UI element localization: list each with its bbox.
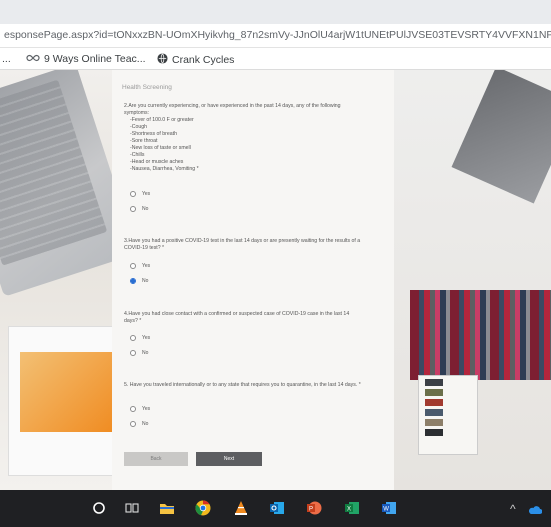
browser-tab-strip: [0, 0, 551, 24]
radio-button[interactable]: [130, 335, 136, 341]
symptom-item: -Cough: [130, 124, 148, 130]
radio-button[interactable]: [130, 206, 136, 212]
question-text: 4.Have you had close contact with a conf…: [124, 311, 350, 324]
onedrive-icon[interactable]: [528, 502, 543, 514]
bookmark-label: 9 Ways Online Teac...: [44, 53, 146, 65]
option-label: Yes: [142, 191, 151, 197]
option-label: No: [142, 421, 149, 427]
bookmark-9-ways[interactable]: 9 Ways Online Teac...: [26, 53, 146, 65]
option-label: Yes: [142, 406, 151, 412]
chrome-icon[interactable]: [194, 499, 212, 517]
bookmarks-overflow[interactable]: ...: [2, 53, 11, 65]
question-5: 5. Have you traveled internationally or …: [124, 382, 364, 389]
file-explorer-icon[interactable]: [158, 499, 176, 517]
q2-option-yes[interactable]: Yes: [130, 191, 150, 197]
question-text: 2.Are you currently experiencing, or hav…: [124, 103, 341, 116]
bookmarks-bar: ... 9 Ways Online Teac... Crank Cycles: [0, 48, 551, 70]
svg-text:W: W: [383, 507, 389, 513]
globe-icon: [157, 53, 168, 67]
bookmark-label: Crank Cycles: [172, 53, 235, 66]
tray-chevron-icon[interactable]: ^: [510, 502, 516, 516]
symptom-item: -New loss of taste or smell: [130, 145, 191, 151]
symptom-item: -Nausea, Diarrhea, Vomiting *: [130, 166, 199, 172]
radio-button-selected[interactable]: [130, 278, 136, 284]
radio-button[interactable]: [130, 263, 136, 269]
svg-text:P: P: [309, 507, 313, 513]
radio-button[interactable]: [130, 406, 136, 412]
task-view-icon[interactable]: [123, 499, 141, 517]
question-text: 5. Have you traveled internationally or …: [124, 382, 361, 388]
search-icon[interactable]: [90, 499, 108, 517]
excel-icon[interactable]: X: [343, 499, 361, 517]
vlc-icon[interactable]: [232, 499, 250, 517]
q5-option-no[interactable]: No: [130, 421, 148, 427]
q2-option-no[interactable]: No: [130, 206, 148, 212]
option-label: Yes: [142, 335, 151, 341]
health-screening-form: Health Screening 2.Are you currently exp…: [112, 70, 394, 490]
radio-button[interactable]: [130, 421, 136, 427]
windows-taskbar: P X W ^: [0, 490, 551, 527]
symptom-item: -Shortness of breath: [130, 131, 178, 137]
question-4: 4.Have you had close contact with a conf…: [124, 311, 364, 325]
q4-option-yes[interactable]: Yes: [130, 335, 150, 341]
radio-button[interactable]: [130, 350, 136, 356]
question-3: 3.Have you had a positive COVID-19 test …: [124, 238, 364, 252]
word-icon[interactable]: W: [380, 499, 398, 517]
question-2: 2.Are you currently experiencing, or hav…: [124, 103, 364, 173]
symptom-item: -Chills: [130, 152, 145, 158]
symptom-item: -Head or muscle aches: [130, 159, 184, 165]
symptom-item: -Fever of 100.0 F or greater: [130, 117, 194, 123]
address-url[interactable]: esponsePage.aspx?id=tONxxzBN-UOmXHyikvhg…: [4, 29, 551, 41]
option-label: No: [142, 278, 149, 284]
svg-text:X: X: [347, 507, 351, 513]
color-card-image: [418, 375, 478, 455]
address-bar[interactable]: esponsePage.aspx?id=tONxxzBN-UOmXHyikvhg…: [0, 24, 551, 48]
orange-card-image: [20, 352, 120, 432]
outlook-icon[interactable]: [268, 499, 286, 517]
bookmark-crank-cycles[interactable]: Crank Cycles: [157, 53, 234, 67]
link-infinity-icon: [26, 53, 40, 65]
next-button[interactable]: Next: [196, 452, 262, 466]
question-text: 3.Have you had a positive COVID-19 test …: [124, 238, 361, 251]
q4-option-no[interactable]: No: [130, 350, 148, 356]
symptom-item: -Sore throat: [130, 138, 158, 144]
q3-option-yes[interactable]: Yes: [130, 263, 150, 269]
option-label: No: [142, 350, 149, 356]
powerpoint-icon[interactable]: P: [305, 499, 323, 517]
section-title: Health Screening: [122, 84, 172, 91]
q5-option-yes[interactable]: Yes: [130, 406, 150, 412]
fabric-swatches-image: [410, 290, 551, 380]
radio-button[interactable]: [130, 191, 136, 197]
option-label: Yes: [142, 263, 151, 269]
back-button[interactable]: Back: [124, 452, 188, 466]
q3-option-no[interactable]: No: [130, 278, 148, 284]
option-label: No: [142, 206, 149, 212]
